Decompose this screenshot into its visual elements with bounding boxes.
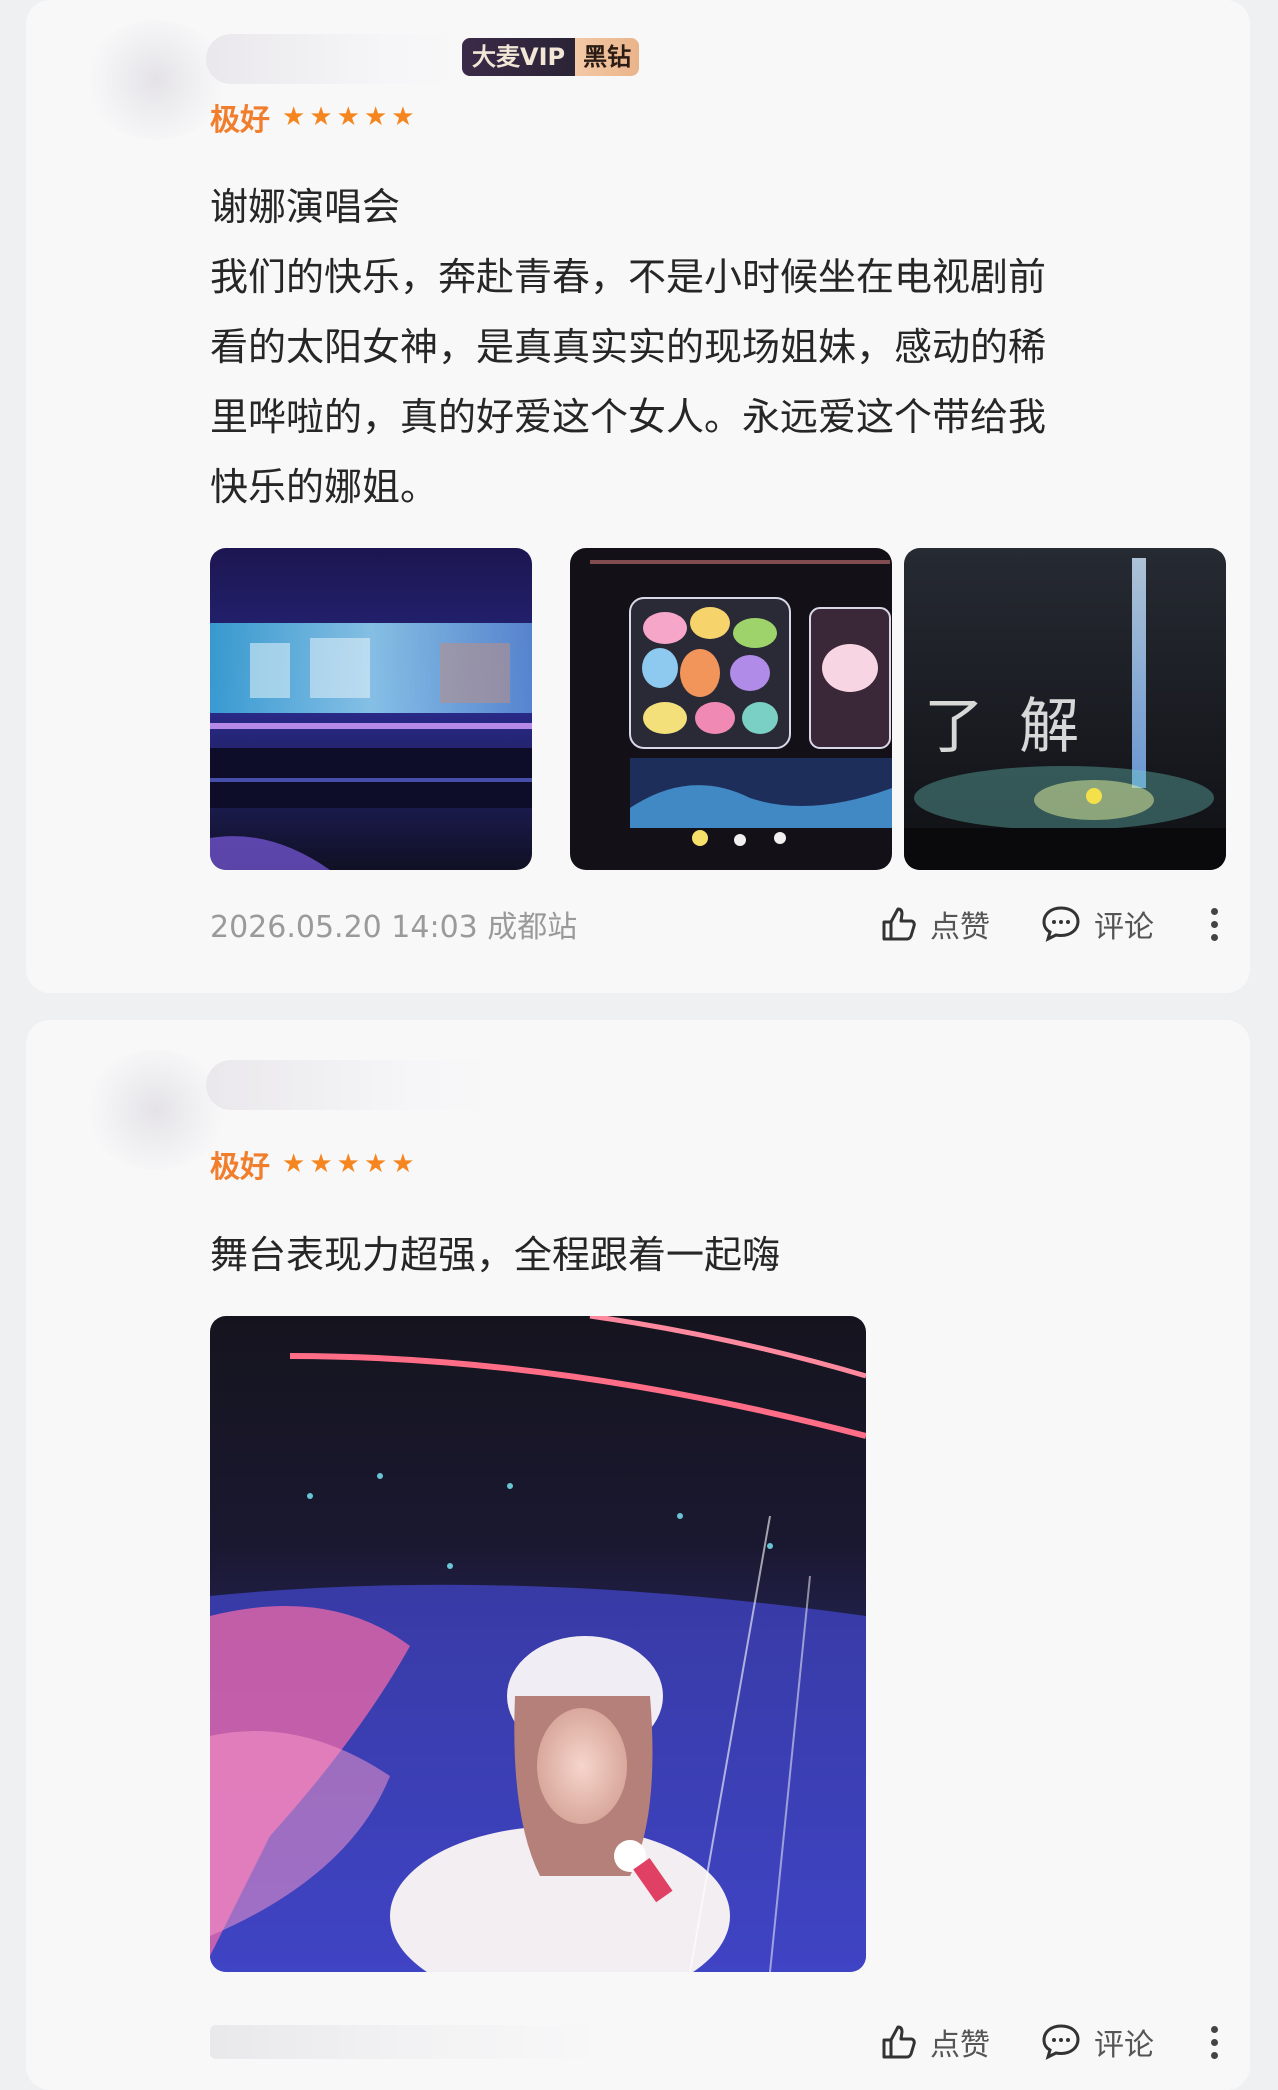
like-label: 点赞	[930, 910, 990, 945]
thumbs-up-icon	[882, 2025, 916, 2059]
star-icon: ★	[309, 1149, 333, 1179]
star-icon: ★	[363, 102, 388, 132]
star-icon: ★	[336, 102, 360, 132]
review-timestamp: 2026.05.20 14:03 成都站	[210, 910, 578, 945]
review-footer: 2026.05.20 14:03 成都站 点赞 评论	[210, 902, 1224, 946]
singer-on-stage-photo[interactable]	[210, 1316, 866, 1972]
like-button[interactable]: 点赞	[878, 902, 990, 946]
star-icon: ★	[391, 102, 415, 132]
stage-screen-caption: 了 解	[924, 692, 1088, 762]
comment-bubble-icon	[1042, 2024, 1080, 2060]
star-rating: ★ ★ ★ ★ ★	[282, 104, 415, 130]
username-blurred[interactable]	[206, 34, 466, 84]
review-card: 大麦VIP 黑钻 极好 ★ ★ ★ ★ ★ 谢娜演唱会 我们的快乐，奔赴青春，不…	[26, 0, 1250, 993]
thumbs-up-icon	[882, 907, 916, 941]
star-icon: ★	[282, 1149, 306, 1179]
vip-badge: 大麦VIP 黑钻	[462, 38, 640, 76]
avatar[interactable]	[86, 20, 226, 140]
review-text[interactable]: 舞台表现力超强，全程跟着一起嗨	[210, 1220, 1200, 1290]
comment-bubble-icon	[1042, 906, 1080, 942]
rating-label: 极好	[210, 1150, 270, 1185]
stage-screen-photo[interactable]: 了 解	[904, 548, 1226, 870]
comment-label: 评论	[1094, 2028, 1154, 2063]
like-button[interactable]: 点赞	[878, 2020, 990, 2064]
review-footer: 点赞 评论	[210, 2020, 1224, 2064]
rating-label: 极好	[210, 103, 270, 138]
rating-row: 极好 ★ ★ ★ ★ ★	[210, 95, 415, 139]
star-icon: ★	[309, 102, 333, 132]
star-icon: ★	[391, 1149, 415, 1179]
star-icon: ★	[282, 102, 306, 132]
vip-tier-label: 黑钻	[575, 38, 640, 76]
star-icon: ★	[336, 1149, 360, 1179]
avatar[interactable]	[86, 1050, 226, 1170]
more-options-icon[interactable]	[1204, 2025, 1224, 2059]
more-options-icon[interactable]	[1204, 907, 1224, 941]
review-card: 极好 ★ ★ ★ ★ ★ 舞台表现力超强，全程跟着一起嗨 点赞 评论	[26, 1020, 1250, 2090]
like-label: 点赞	[930, 2028, 990, 2063]
vip-label: 大麦VIP	[462, 38, 576, 76]
star-rating: ★ ★ ★ ★ ★	[282, 1151, 415, 1177]
review-meta-blurred	[210, 2025, 610, 2059]
review-meta	[210, 2025, 828, 2059]
colorful-plush-stage-photo[interactable]	[570, 548, 892, 870]
review-text[interactable]: 谢娜演唱会 我们的快乐，奔赴青春，不是小时候坐在电视剧前 看的太阳女神，是真真实…	[210, 172, 1200, 522]
comment-label: 评论	[1094, 910, 1154, 945]
username-blurred[interactable]	[206, 1060, 506, 1110]
star-icon: ★	[363, 1149, 388, 1179]
comment-button[interactable]: 评论	[1040, 902, 1154, 946]
rating-row: 极好 ★ ★ ★ ★ ★	[210, 1142, 415, 1186]
concert-stage-blue-photo[interactable]	[210, 548, 532, 870]
comment-button[interactable]: 评论	[1040, 2020, 1154, 2064]
